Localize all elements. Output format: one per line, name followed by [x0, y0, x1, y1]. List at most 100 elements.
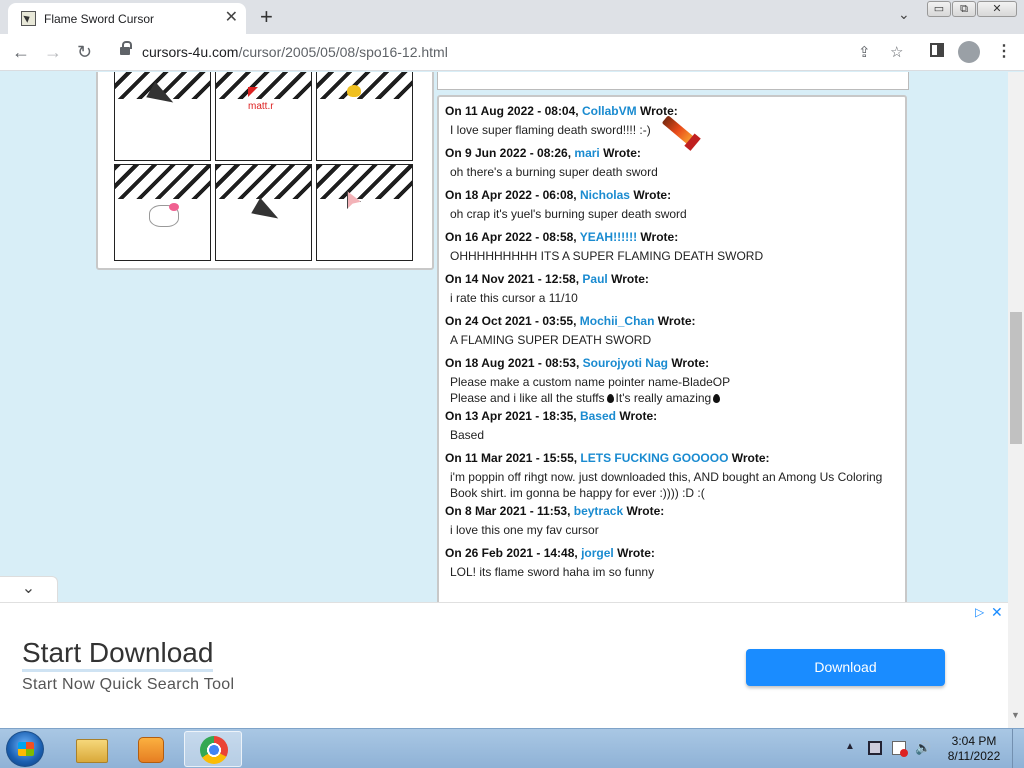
- comment-line: Please and i like all the stuffs It's rea…: [450, 390, 899, 406]
- media-player-icon[interactable]: [122, 731, 180, 767]
- cursor-preview-grid: matt.r: [96, 72, 434, 270]
- cursor-favicon-icon: [21, 11, 36, 26]
- comment-body: i rate this cursor a 11/10: [445, 287, 899, 311]
- reload-icon[interactable]: ↻: [77, 40, 92, 64]
- comment-line: A FLAMING SUPER DEATH SWORD: [450, 333, 652, 347]
- tab-title: Flame Sword Cursor: [44, 12, 155, 26]
- address-bar[interactable]: cursors-4u.com/cursor/2005/05/08/spo16-1…: [110, 38, 918, 66]
- side-panel-icon[interactable]: [930, 43, 944, 57]
- comment-date: On 26 Feb 2021 - 14:48,: [445, 546, 578, 560]
- comment-author-link[interactable]: YEAH!!!!!!: [580, 230, 637, 244]
- comment-author-link[interactable]: jorgel: [581, 546, 614, 560]
- comment-date: On 14 Nov 2021 - 12:58,: [445, 272, 580, 286]
- close-tab-icon[interactable]: ✕: [225, 9, 238, 27]
- bookmark-star-icon[interactable]: ☆: [890, 43, 903, 61]
- comment-line: i'm poppin off rihgt now. just downloade…: [450, 470, 883, 484]
- comment-wrote-label: Wrote:: [603, 146, 641, 160]
- scrollbar-thumb[interactable]: [1010, 312, 1022, 444]
- show-desktop-button[interactable]: [1012, 729, 1024, 768]
- cursor-preview-cell[interactable]: [114, 164, 211, 261]
- ad-close-icon[interactable]: ✕: [991, 604, 1003, 621]
- page-scrollbar[interactable]: ▼: [1008, 72, 1024, 728]
- ad-download-button[interactable]: Download: [746, 649, 945, 686]
- clock-date: 8/11/2022: [947, 749, 1001, 763]
- system-clock[interactable]: 3:04 PM 8/11/2022: [944, 734, 1004, 764]
- comment-author-link[interactable]: Paul: [582, 272, 607, 286]
- ad-subtitle[interactable]: Start Now Quick Search Tool: [22, 676, 234, 694]
- arrow-cursor-icon: [146, 81, 178, 111]
- file-explorer-icon[interactable]: [62, 731, 120, 767]
- url-domain: cursors-4u.com: [142, 44, 239, 60]
- volume-icon[interactable]: 🔊: [915, 740, 931, 756]
- cursor-preview-cell[interactable]: [316, 72, 413, 161]
- comment-body: A FLAMING SUPER DEATH SWORD: [445, 329, 899, 353]
- profile-avatar-icon[interactable]: [958, 41, 980, 63]
- comment-wrote-label: Wrote:: [657, 314, 696, 328]
- comment-author-link[interactable]: CollabVM: [582, 104, 637, 118]
- url-text[interactable]: cursors-4u.com/cursor/2005/05/08/spo16-1…: [142, 44, 448, 60]
- comment-header: On 16 Apr 2022 - 08:58, YEAH!!!!!! Wrote…: [445, 229, 899, 245]
- comment-line: Based: [450, 428, 485, 442]
- comment-line-text: Please and i like all the stuffs: [450, 391, 605, 405]
- forward-arrow-icon[interactable]: →: [44, 40, 62, 64]
- cursor-preview-cell[interactable]: [215, 164, 312, 261]
- comment-author-link[interactable]: LETS FUCKING GOOOOO: [580, 451, 728, 465]
- comment-author-link[interactable]: beytrack: [574, 504, 623, 518]
- tray-expand-icon[interactable]: ▲: [845, 741, 855, 752]
- comment-body: i'm poppin off rihgt now. just downloade…: [445, 466, 899, 501]
- comment-author-link[interactable]: mari: [574, 146, 599, 160]
- comment-wrote-label: Wrote:: [626, 504, 665, 518]
- lock-icon[interactable]: [120, 41, 132, 55]
- new-tab-button[interactable]: +: [260, 4, 273, 30]
- comment-wrote-label: Wrote:: [640, 230, 679, 244]
- comment-date: On 24 Oct 2021 - 03:55,: [445, 314, 577, 328]
- comment-wrote-label: Wrote:: [731, 451, 770, 465]
- bow-icon: [169, 203, 179, 211]
- comment-body: i love this one my fav cursor: [445, 519, 899, 543]
- comment-line: LOL! its flame sword haha im so funny: [450, 565, 655, 579]
- comment-date: On 18 Apr 2022 - 06:08,: [445, 188, 577, 202]
- comment-line: oh there's a burning super death sword: [450, 165, 658, 179]
- comment-date: On 11 Aug 2022 - 08:04,: [445, 104, 579, 118]
- drop-icon: [713, 394, 721, 403]
- comment-wrote-label: Wrote:: [611, 272, 649, 286]
- comment-body: oh crap it's yuel's burning super death …: [445, 203, 899, 227]
- comment-date: On 16 Apr 2022 - 08:58,: [445, 230, 577, 244]
- comment-author-link[interactable]: Nicholas: [580, 188, 630, 202]
- comment-header: On 9 Jun 2022 - 08:26, mari Wrote:: [445, 145, 899, 161]
- window-close-button[interactable]: ✕: [977, 1, 1017, 17]
- tab-search-icon[interactable]: ⌄: [898, 6, 910, 23]
- comment-line: i love this one my fav cursor: [450, 523, 599, 537]
- cursor-preview-cell[interactable]: [114, 72, 211, 161]
- minimize-button[interactable]: ▭: [927, 1, 951, 17]
- cursor-preview-cell[interactable]: matt.r: [215, 72, 312, 161]
- chrome-taskbar-icon[interactable]: [184, 731, 242, 767]
- cursor-preview-cell[interactable]: [316, 164, 413, 261]
- tab-flame-sword[interactable]: Flame Sword Cursor ✕: [8, 3, 246, 34]
- comment-date: On 11 Mar 2021 - 15:55,: [445, 451, 578, 465]
- comment-wrote-label: Wrote:: [619, 409, 658, 423]
- action-center-flag-icon[interactable]: [892, 741, 908, 757]
- comment-header: On 24 Oct 2021 - 03:55, Mochii_Chan Wrot…: [445, 313, 899, 329]
- kebab-menu-icon[interactable]: ⋮: [996, 41, 1012, 61]
- comment-header: On 8 Mar 2021 - 11:53, beytrack Wrote:: [445, 503, 899, 519]
- ad-choices-icon[interactable]: ▷: [975, 605, 984, 619]
- comment-header: On 11 Mar 2021 - 15:55, LETS FUCKING GOO…: [445, 450, 899, 466]
- scroll-down-arrow-icon[interactable]: ▼: [1011, 710, 1020, 720]
- comment-line-text: It's really amazing: [615, 391, 712, 405]
- comment-author-link[interactable]: Mochii_Chan: [580, 314, 655, 328]
- comment-author-link[interactable]: Based: [580, 409, 616, 423]
- red-arrow-cursor-icon: [248, 87, 258, 97]
- back-arrow-icon[interactable]: ←: [12, 40, 30, 64]
- ad-collapse-button[interactable]: ⌄: [0, 576, 58, 602]
- comment-author-link[interactable]: Sourojyoti Nag: [583, 356, 668, 370]
- comment-header: On 26 Feb 2021 - 14:48, jorgel Wrote:: [445, 545, 899, 561]
- share-icon[interactable]: ⇪: [858, 43, 871, 61]
- network-icon[interactable]: [868, 741, 882, 755]
- maximize-button[interactable]: ⧉: [952, 1, 976, 17]
- ad-title[interactable]: Start Download: [22, 637, 214, 672]
- comment-wrote-label: Wrote:: [639, 104, 678, 118]
- comment-header: On 18 Apr 2022 - 06:08, Nicholas Wrote:: [445, 187, 899, 203]
- start-button[interactable]: [6, 731, 44, 767]
- comment-body: oh there's a burning super death sword: [445, 161, 899, 185]
